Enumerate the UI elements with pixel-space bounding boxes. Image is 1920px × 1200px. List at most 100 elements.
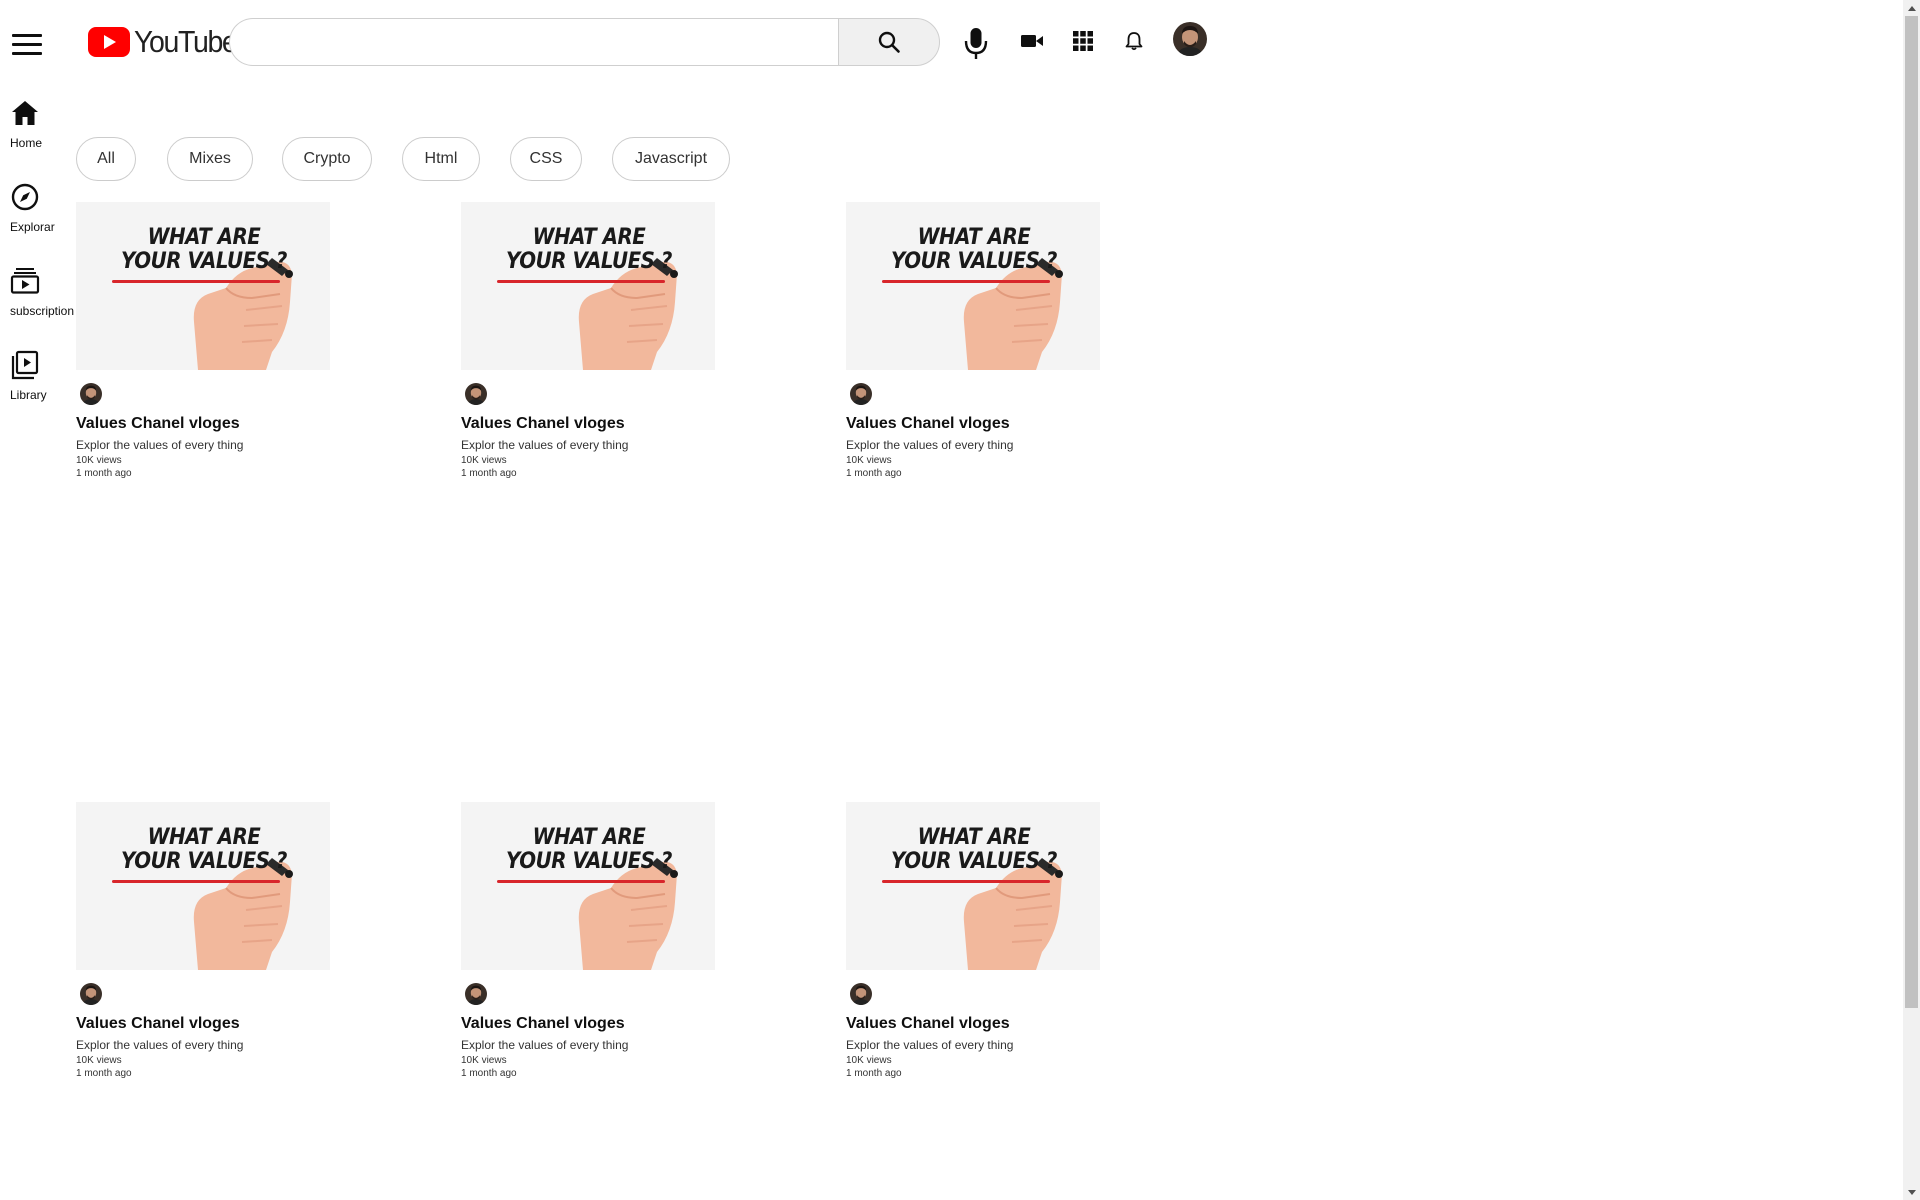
video-card[interactable]: WHAT ARE YOUR VALUES ? Values Chanel vlo… <box>461 202 717 482</box>
sidebar-item-label: Explorar <box>10 220 55 234</box>
video-views: 10K views <box>846 455 892 466</box>
video-title[interactable]: Values Chanel vloges <box>76 415 240 433</box>
video-description: Explor the values of every thing <box>461 1038 629 1052</box>
sidebar-item-label: Home <box>10 136 43 150</box>
channel-avatar[interactable] <box>80 983 102 1005</box>
search-button[interactable] <box>838 18 940 66</box>
home-icon <box>12 101 38 125</box>
chip-html[interactable]: Html <box>402 137 480 181</box>
video-age: 1 month ago <box>76 468 132 479</box>
video-title[interactable]: Values Chanel vloges <box>846 1015 1010 1033</box>
video-thumbnail[interactable]: WHAT ARE YOUR VALUES ? <box>846 202 1100 370</box>
thumbnail-red-underline <box>882 880 1050 883</box>
thumbnail-red-underline <box>882 280 1050 283</box>
sidebar-item-home[interactable]: Home <box>0 98 76 150</box>
video-title[interactable]: Values Chanel vloges <box>846 415 1010 433</box>
video-thumbnail[interactable]: WHAT ARE YOUR VALUES ? <box>76 802 330 970</box>
video-title[interactable]: Values Chanel vloges <box>461 1015 625 1033</box>
microphone-button[interactable] <box>959 24 993 62</box>
sidebar-item-library[interactable]: Library <box>0 350 76 402</box>
video-views: 10K views <box>461 1055 507 1066</box>
video-age: 1 month ago <box>846 468 902 479</box>
video-card[interactable]: WHAT ARE YOUR VALUES ? Values Chanel vlo… <box>846 802 1102 1082</box>
scroll-up-arrow-icon[interactable] <box>1903 0 1920 16</box>
sidebar-item-label: subscription <box>10 304 75 318</box>
video-description: Explor the values of every thing <box>76 1038 244 1052</box>
library-icon <box>11 350 39 380</box>
avatar-image <box>80 983 102 1005</box>
video-camera-icon <box>1021 35 1043 47</box>
sidebar-item-explorar[interactable]: Explorar <box>0 182 76 234</box>
thumbnail-red-underline <box>112 280 280 283</box>
channel-avatar[interactable] <box>465 983 487 1005</box>
microphone-icon <box>964 28 988 59</box>
chip-crypto[interactable]: Crypto <box>282 137 372 181</box>
sidebar-item-label: Library <box>10 388 47 402</box>
search-box <box>229 18 838 66</box>
video-thumbnail[interactable]: WHAT ARE YOUR VALUES ? <box>846 802 1100 970</box>
video-thumbnail[interactable]: WHAT ARE YOUR VALUES ? <box>461 202 715 370</box>
video-description: Explor the values of every thing <box>846 1038 1014 1052</box>
video-card[interactable]: WHAT ARE YOUR VALUES ? Values Chanel vlo… <box>846 202 1102 482</box>
avatar-image <box>1173 22 1207 56</box>
notifications-button[interactable] <box>1123 29 1145 53</box>
avatar[interactable] <box>1173 22 1207 56</box>
search-input[interactable] <box>230 19 838 65</box>
video-views: 10K views <box>461 455 507 466</box>
thumbnail-red-underline <box>497 280 665 283</box>
thumbnail-text: WHAT ARE YOUR VALUES ? <box>891 225 1057 274</box>
video-views: 10K views <box>76 1055 122 1066</box>
video-card[interactable]: WHAT ARE YOUR VALUES ? Values Chanel vlo… <box>76 202 332 482</box>
chip-javascript[interactable]: Javascript <box>612 137 730 181</box>
thumbnail-red-underline <box>112 880 280 883</box>
scroll-down-arrow-icon[interactable] <box>1903 1184 1920 1200</box>
youtube-play-icon <box>88 27 130 57</box>
scrollbar-thumb[interactable] <box>1905 16 1918 1008</box>
video-description: Explor the values of every thing <box>846 438 1014 452</box>
avatar-image <box>465 383 487 405</box>
thumbnail-red-underline <box>497 880 665 883</box>
create-video-button[interactable] <box>1019 30 1045 52</box>
channel-avatar[interactable] <box>850 983 872 1005</box>
sidebar-item-subscription[interactable]: subscription <box>0 266 76 318</box>
subscriptions-icon <box>10 268 40 294</box>
video-card[interactable]: WHAT ARE YOUR VALUES ? Values Chanel vlo… <box>461 802 717 1082</box>
thumbnail-text: WHAT ARE YOUR VALUES ? <box>506 825 672 874</box>
video-card[interactable]: WHAT ARE YOUR VALUES ? Values Chanel vlo… <box>76 802 332 1082</box>
avatar-image <box>80 383 102 405</box>
avatar-image <box>465 983 487 1005</box>
channel-avatar[interactable] <box>80 383 102 405</box>
video-thumbnail[interactable]: WHAT ARE YOUR VALUES ? <box>461 802 715 970</box>
avatar-image <box>850 383 872 405</box>
video-title[interactable]: Values Chanel vloges <box>461 415 625 433</box>
video-description: Explor the values of every thing <box>461 438 629 452</box>
video-age: 1 month ago <box>461 468 517 479</box>
video-views: 10K views <box>846 1055 892 1066</box>
channel-avatar[interactable] <box>465 383 487 405</box>
youtube-logo[interactable]: YouTube <box>88 24 245 60</box>
hamburger-menu-icon[interactable] <box>12 34 42 56</box>
apps-button[interactable] <box>1071 29 1095 53</box>
avatar-image <box>850 983 872 1005</box>
video-description: Explor the values of every thing <box>76 438 244 452</box>
chip-mixes[interactable]: Mixes <box>167 137 253 181</box>
vertical-scrollbar[interactable] <box>1903 0 1920 1200</box>
thumbnail-text: WHAT ARE YOUR VALUES ? <box>121 825 287 874</box>
thumbnail-text: WHAT ARE YOUR VALUES ? <box>506 225 672 274</box>
video-age: 1 month ago <box>846 1068 902 1079</box>
chip-all[interactable]: All <box>76 137 136 181</box>
video-thumbnail[interactable]: WHAT ARE YOUR VALUES ? <box>76 202 330 370</box>
thumbnail-text: WHAT ARE YOUR VALUES ? <box>121 225 287 274</box>
video-views: 10K views <box>76 455 122 466</box>
video-age: 1 month ago <box>76 1068 132 1079</box>
video-age: 1 month ago <box>461 1068 517 1079</box>
search-icon <box>878 31 900 53</box>
logo-text: YouTube <box>134 24 238 59</box>
compass-icon <box>11 183 39 211</box>
chip-css[interactable]: CSS <box>510 137 582 181</box>
bell-icon <box>1125 32 1143 51</box>
video-title[interactable]: Values Chanel vloges <box>76 1015 240 1033</box>
apps-grid-icon <box>1073 31 1093 51</box>
thumbnail-text: WHAT ARE YOUR VALUES ? <box>891 825 1057 874</box>
channel-avatar[interactable] <box>850 383 872 405</box>
